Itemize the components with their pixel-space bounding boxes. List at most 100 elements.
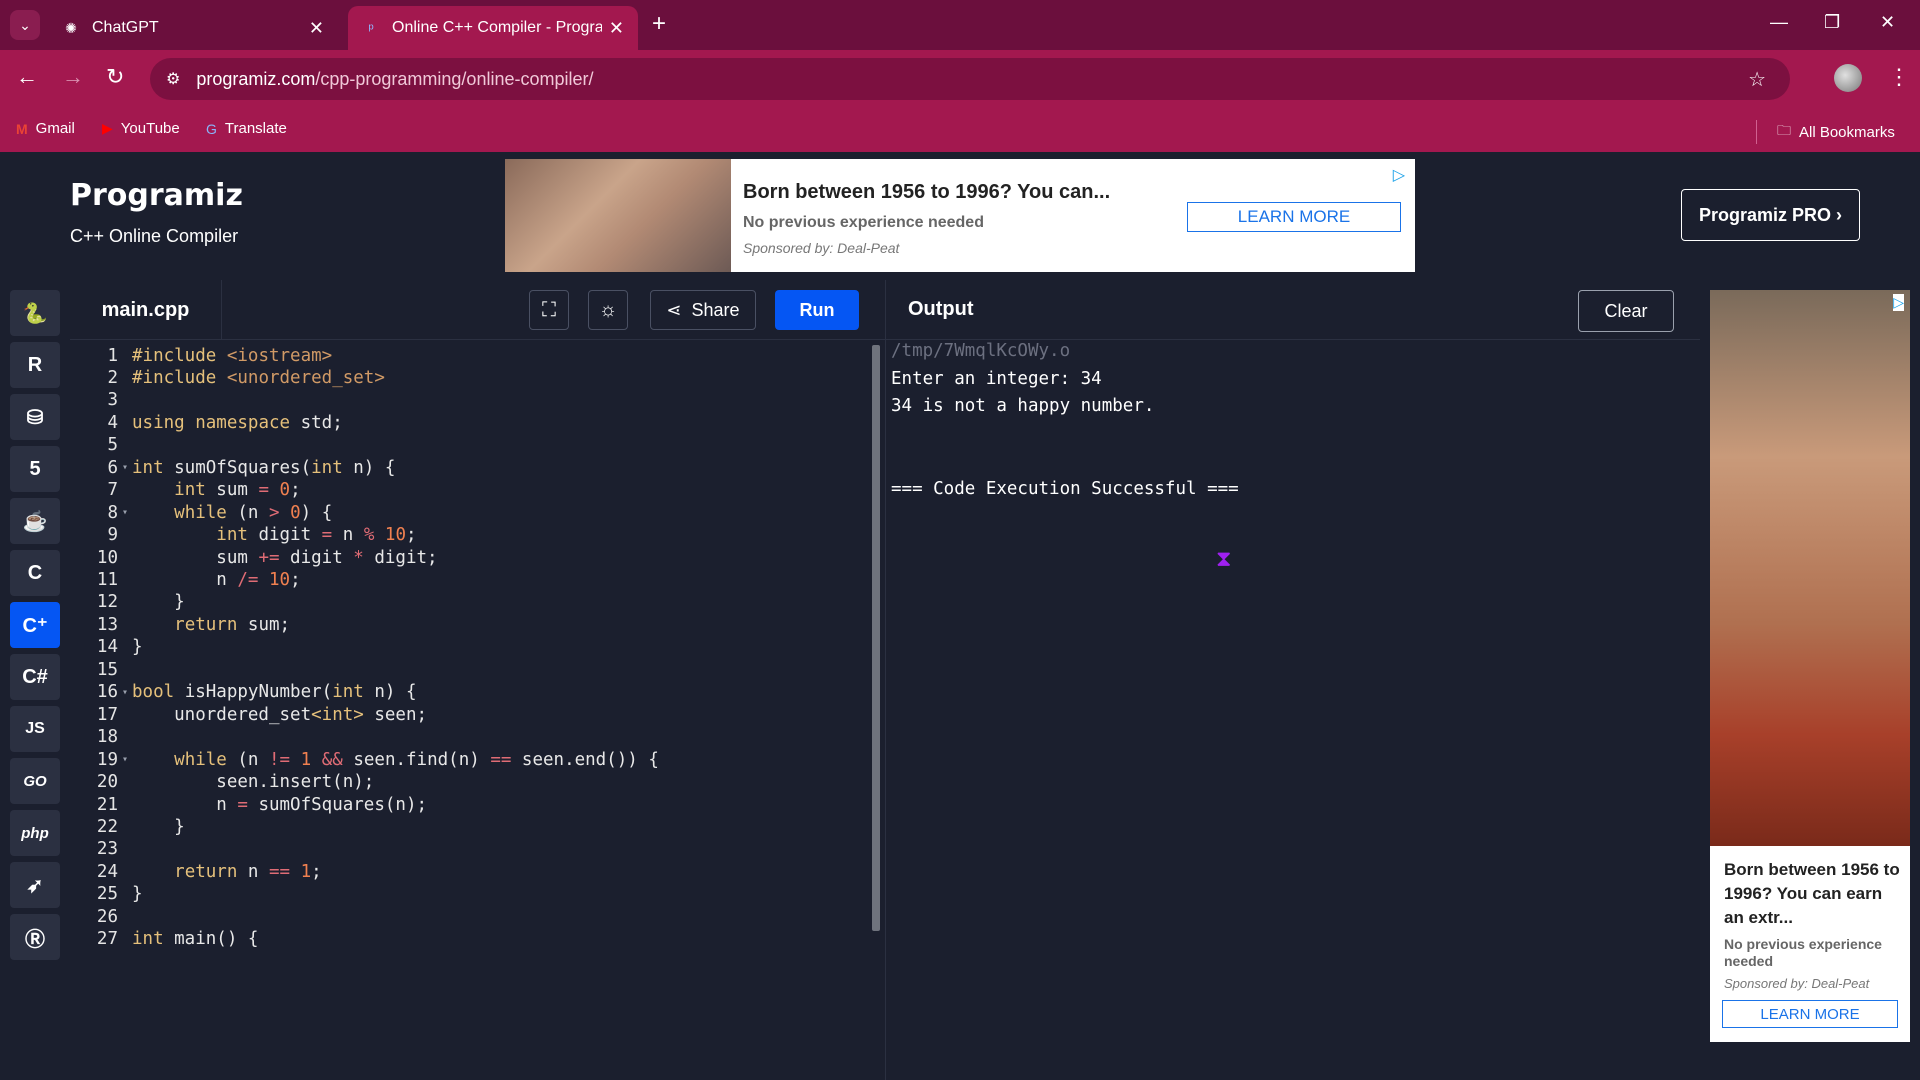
line-number: 17 [96,704,118,725]
code-text: sum += digit * digit; [132,547,438,568]
site-info-icon[interactable]: ⚙ [166,69,180,89]
ad-subtitle: No previous experience needed [743,214,984,231]
go-icon[interactable]: GO [10,758,60,804]
side-ad-image[interactable] [1710,290,1910,846]
minimize-icon[interactable]: — [1770,12,1788,33]
python-icon[interactable]: 🐍 [10,290,60,336]
tab-programiz[interactable]: ᵖ Online C++ Compiler - Program ✕ [348,6,638,50]
side-ad[interactable]: ▷ Born between 1956 to 1996? You can ear… [1710,290,1910,1042]
rust-icon[interactable]: Ⓡ [10,914,60,960]
theme-toggle-sun-icon[interactable]: ☼ [588,290,628,330]
code-text: #include <unordered_set> [132,367,385,388]
line-number: 22 [96,816,118,837]
line-number: 27 [96,929,118,950]
code-text: int digit = n % 10; [216,525,417,546]
bookmark-star-icon[interactable]: ☆ [1748,67,1766,92]
cpp-icon[interactable]: C⁺ [10,602,60,648]
line-number: 5 [107,435,118,456]
forward-arrow-icon[interactable]: → [62,64,84,90]
tab-title: Online C++ Compiler - Program [392,19,602,36]
clear-button[interactable]: Clear [1578,290,1674,332]
side-ad-title[interactable]: Born between 1956 to 1996? You can earn … [1724,858,1904,930]
java-icon[interactable]: ☕ [10,498,60,544]
fold-arrow-icon[interactable]: ▾ [118,507,132,518]
code-text: } [132,884,143,905]
tab-chatgpt[interactable]: ✺ ChatGPT ✕ [48,6,338,50]
adchoices-icon[interactable]: ▷ [1393,165,1405,185]
back-arrow-icon[interactable]: ← [16,64,38,90]
javascript-icon[interactable]: JS [10,706,60,752]
tab-search-chevron-icon[interactable]: ⌄ [10,10,40,40]
bookmark-label: YouTube [120,120,180,137]
restore-icon[interactable]: ❐ [1824,12,1840,33]
ad-sponsor: Sponsored by: Deal-Peat [743,240,900,256]
reload-icon[interactable]: ↻ [106,64,124,90]
swift-icon[interactable]: ➶ [10,862,60,908]
line-number: 10 [96,547,118,568]
site-header: Programiz C++ Online Compiler Born betwe… [0,152,1920,280]
c-icon[interactable]: C [10,550,60,596]
r-icon[interactable]: R [10,342,60,388]
url-path: /cpp-programming/online-compiler/ [315,68,594,89]
fold-arrow-icon[interactable]: ▾ [118,462,132,473]
close-window-icon[interactable]: ✕ [1880,12,1895,33]
browser-menu-icon[interactable]: ⋮ [1888,64,1910,90]
line-number: 18 [96,727,118,748]
ad-title[interactable]: Born between 1956 to 1996? You can... [743,181,1110,204]
code-text: n /= 10; [132,570,301,590]
line-number: 9 [107,525,118,546]
code-text: } [132,592,185,613]
php-icon[interactable]: php [10,810,60,856]
bookmark-translate[interactable]: G Translate [206,120,287,137]
line-number: 3 [107,390,118,411]
fullscreen-icon[interactable]: ⛶ [529,290,569,330]
editor-scrollbar[interactable] [872,345,880,931]
folder-icon: 🗀 [1777,122,1791,138]
all-bookmarks[interactable]: 🗀 All Bookmarks [1756,120,1895,144]
line-number: 13 [96,614,118,635]
programiz-pro-button[interactable]: Programiz PRO › [1681,189,1860,241]
ad-image[interactable] [505,159,731,272]
fold-arrow-icon[interactable]: ▾ [118,687,132,698]
code-line[interactable]: 27 int main() { [70,926,875,953]
code-text: return sum; [174,614,291,635]
close-tab-icon[interactable]: ✕ [309,18,324,39]
file-tab-main[interactable]: main.cpp [70,280,222,340]
programiz-logo[interactable]: Programiz [70,178,243,213]
bookmark-label: Gmail [35,120,75,137]
youtube-icon: ▶ [102,120,113,136]
close-tab-icon[interactable]: ✕ [609,18,624,39]
line-number: 21 [96,794,118,815]
output-line: Enter an integer: 34 [891,368,1102,389]
code-text: while (n > 0) { [174,502,333,523]
line-number: 8 [107,502,118,523]
fold-arrow-icon[interactable]: ▾ [118,754,132,765]
bookmark-gmail[interactable]: M Gmail [16,120,75,137]
address-bar[interactable]: ⚙ programiz.com/cpp-programming/online-c… [150,58,1790,100]
bookmark-youtube[interactable]: ▶ YouTube [102,120,180,137]
output-console[interactable]: /tmp/7WmqlKcOWy.o Enter an integer: 34 3… [891,341,1239,506]
run-button[interactable]: Run [775,290,859,330]
adchoices-icon[interactable]: ▷ [1893,294,1904,311]
profile-avatar[interactable] [1834,64,1862,92]
code-text: int sum = 0; [174,480,301,501]
side-ad-learn-more-button[interactable]: LEARN MORE [1722,1000,1898,1028]
html5-icon[interactable]: 5 [10,446,60,492]
translate-icon: G [206,120,217,137]
line-number: 12 [96,592,118,613]
code-text: return n == 1; [174,861,322,882]
line-number: 11 [96,570,118,590]
code-text: int sumOfSquares(int n) { [132,457,396,478]
csharp-icon[interactable]: C# [10,654,60,700]
sql-icon[interactable]: ⛁ [10,394,60,440]
ad-learn-more-button[interactable]: LEARN MORE [1187,202,1401,232]
share-button[interactable]: ⋖ Share [650,290,756,330]
line-number: 23 [96,839,118,860]
output-line: === Code Execution Successful === [891,478,1239,499]
line-number: 15 [96,659,118,680]
code-area[interactable]: 1 #include <iostream> 2 #include <unordered… [70,341,875,1080]
loading-cursor-icon: ⧗ [1216,546,1232,571]
banner-ad[interactable]: Born between 1956 to 1996? You can... No… [505,159,1415,272]
new-tab-plus-icon[interactable]: + [652,10,666,38]
